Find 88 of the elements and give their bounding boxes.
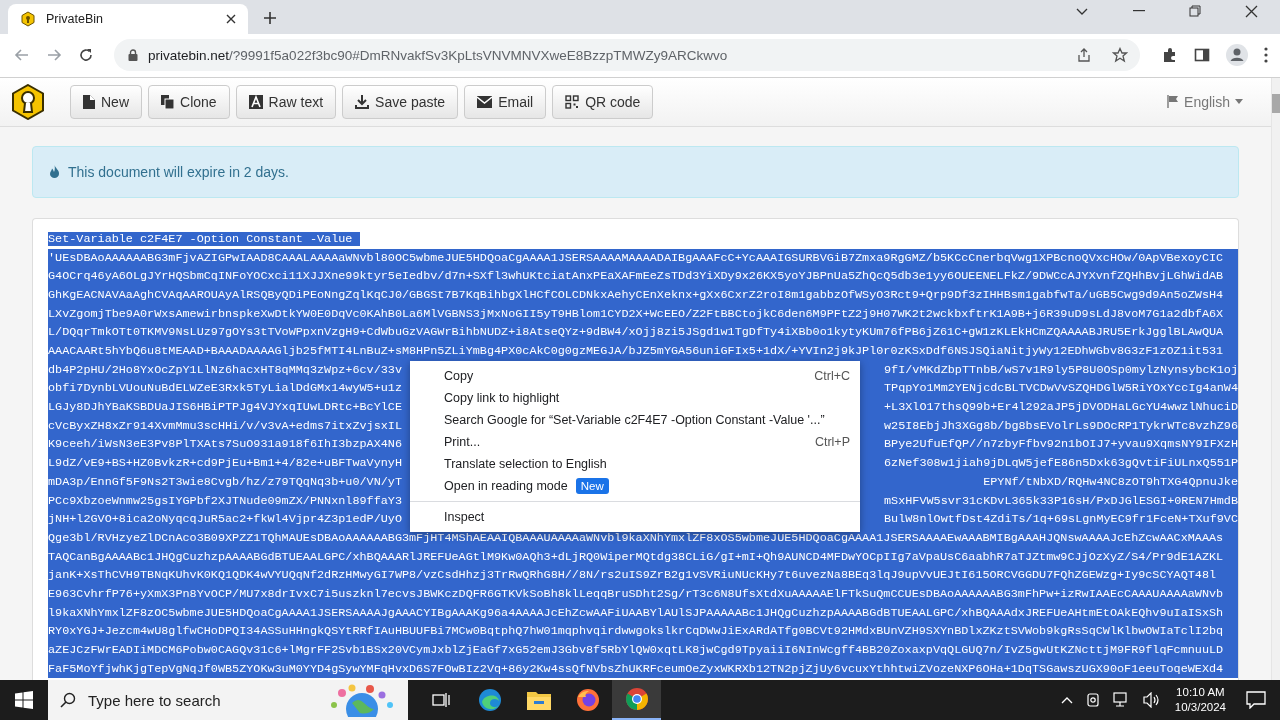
menu-label: Translate selection to English [444,456,607,471]
new-badge: New [575,477,609,494]
notification-icon[interactable] [1246,691,1266,709]
code-line: K9ceeh/iWsN3eE3Pv8PlTXAts7SuO931a918f6IhI3bzpAX4N6 [48,436,402,454]
code-line: cVcByxZH8xZr914XvmMmu3scHHi/v/v3vA+edms7itxZvjsxIL [48,417,402,435]
menu-item[interactable]: Print... Ctrl+P [410,430,860,453]
code-line: db4P2pHU/2Ho8YxOcZpY1LlNz6hacxHT8qMMq3zWpz+6cv/33v [48,361,402,379]
font-icon [248,94,263,109]
task-view-icon [431,692,450,708]
toolbar-button[interactable]: Email [464,84,547,119]
speaker-icon[interactable] [1142,692,1161,708]
toolbar-button[interactable]: Save paste [342,84,459,119]
close-icon[interactable] [1245,4,1258,18]
menu-item[interactable]: Copy link to highlight [410,386,860,409]
shortcut-text: Ctrl+P [814,434,850,449]
share-icon[interactable] [1076,47,1092,64]
code-line: mDA3p/EnnGf5F9Ns2T3wie8Cvgb/hz/z79TQqNq3b+u0/VN/yT [48,473,402,491]
menu-label: Copy link to highlight [444,390,560,405]
menu-item[interactable]: Copy Ctrl+C [410,364,860,387]
windows-icon[interactable] [15,691,33,709]
edge-icon [477,688,502,712]
code-line: PCc9XbzoeWnmw25gsIYGPbf2XJTNude09mZX/PNNxnl89ffaY3 [48,492,402,510]
code-line: obfi7DynbLVUouNuBdELWZeE3Rxk5TyLialDdGMx14wyW5+u1z [48,380,402,398]
code-line: 6zNef308w1jiah9jDLqW5jefE86n5Dxk63gQvtiFiULnxQ551P [884,455,1238,473]
minimize-icon[interactable] [1133,10,1145,13]
folder-icon [526,690,551,710]
plus-icon[interactable] [263,10,277,25]
language-dropdown[interactable]: English [1161,92,1249,111]
code-line: BPye2UfuEfQP//n7zbyFfbv92n1bOIJ7+yvau9XqmsNY9IFXzH [884,436,1238,454]
toolbar-button[interactable]: QR code [552,84,654,119]
flag-icon [1167,95,1180,109]
file-icon [83,94,95,109]
date-text: 10/3/2024 [1174,700,1226,715]
chrome-icon [624,687,649,711]
menu-item[interactable]: Translate selection to English [410,452,860,475]
close-icon[interactable] [226,13,236,24]
search-field[interactable]: Type here to search [48,680,408,720]
code-line: 9fI/vMKdZbpTTnbB/wS7v1R9ly5P8U0OSp0mylzNynsybcK1oj [884,361,1238,379]
mail-icon [477,95,493,108]
menu-item[interactable]: Search Google for “Set-Variable c2F4E7 -Option Constant -Value '...” [410,408,860,431]
code-line: EPYNf/tNbXD/RQHw4NC8zOT9hTXG4QpnuJke [983,473,1238,491]
code-line: +L3XlO17thsQ99b+Er4l292aJP5jDVODHaLGcYU4wwzlNhuciD [884,399,1238,417]
reload-icon[interactable] [78,47,94,64]
code-line: mSxHFVW5svr31cKDvL365k33P16sH/PxDJGlESGI+0REN7HmdB [884,492,1238,510]
logo-icon [20,10,36,27]
flame-icon [49,165,60,179]
menu-label: Open in reading mode [444,478,568,493]
download-icon [355,94,370,109]
taskbar-app[interactable] [612,680,661,720]
menu-label: Print... [444,434,481,449]
firefox-icon [575,688,600,712]
menu-label: Inspect [444,509,485,524]
browser-tab[interactable]: PrivateBin [8,3,248,34]
search-icon [60,692,76,708]
qr-icon [565,94,580,109]
shortcut-text: Ctrl+C [814,368,850,383]
toolbar-button[interactable]: Clone [148,84,230,119]
star-icon[interactable] [1112,47,1128,64]
menu-item[interactable]: Open in reading mode New [410,474,860,497]
code-line: jNH+l2GVO+8ica2oNyqcqJuR5ac2+fkWl4Vjpr4Z3p1edP/UyO [48,511,402,529]
toolbar-button[interactable]: New [70,84,142,119]
tab-title: PrivateBin [46,11,104,26]
restore-icon[interactable] [1189,5,1201,18]
menu-label: Search Google for “Set-Variable c2F4E7 -Option Constant -Value '...” [444,412,825,427]
toolbar-button[interactable]: Raw text [235,84,337,119]
logo-icon[interactable] [10,83,46,120]
alert-text: This document will expire in 2 days. [68,163,289,180]
code-line: w25I8EbjJh3XGg8b/bg8bsEVolrLs9DOcRP1TykrWTc8vzhZ96 [884,417,1238,435]
url-text: privatebin.net/?9991f5a022f3bc90#DmRNvakfSv3KpLtsVNVMNVXweE8BzzpTMWZy9ARCkwvo [148,47,728,63]
chevron-up-icon[interactable] [1060,696,1073,704]
code-line: LGJy8DJhYBaKSBDUaJIS6HBiPTPJg4VJYxqIUwLDRtc+BcYlCE [48,399,402,417]
address-bar[interactable]: privatebin.net/?9991f5a022f3bc90#DmRNvakfSv3KpLtsVNVMNVXweE8BzzpTMWZy9ARCkwvo [114,39,1140,72]
time-text: 10:10 AM [1176,685,1225,700]
puzzle-icon[interactable] [1162,47,1178,64]
code-line: L9dZ/vE9+BS+HZ0BvkzR+cd9PjEu+Bm1+4/82e+uBFTwaVynyH [48,455,402,473]
menu-label: Copy [444,368,474,383]
camera-icon[interactable] [1084,692,1101,708]
caret-icon [1235,99,1243,105]
code-line: TPqpYo1Mm2YENjcdcBLTVCDwVvSZQHDGlW5RiYOxYccIg4anW4 [884,380,1238,398]
copy-icon [161,94,174,109]
scrollbar[interactable] [1271,77,1280,680]
menu-icon[interactable] [1264,47,1268,64]
sidebar-icon[interactable] [1194,47,1210,64]
profile-icon[interactable] [1226,44,1248,67]
menu-item[interactable]: Inspect [410,505,860,528]
lock-icon [128,49,138,62]
code-line: BulW8nlOwtfDst4ZdiTs/1q+69sLgnMyEC9fr1FceN+TXuf9VC [884,511,1238,529]
clock[interactable]: 10:10 AM 10/3/2024 [1174,685,1226,715]
